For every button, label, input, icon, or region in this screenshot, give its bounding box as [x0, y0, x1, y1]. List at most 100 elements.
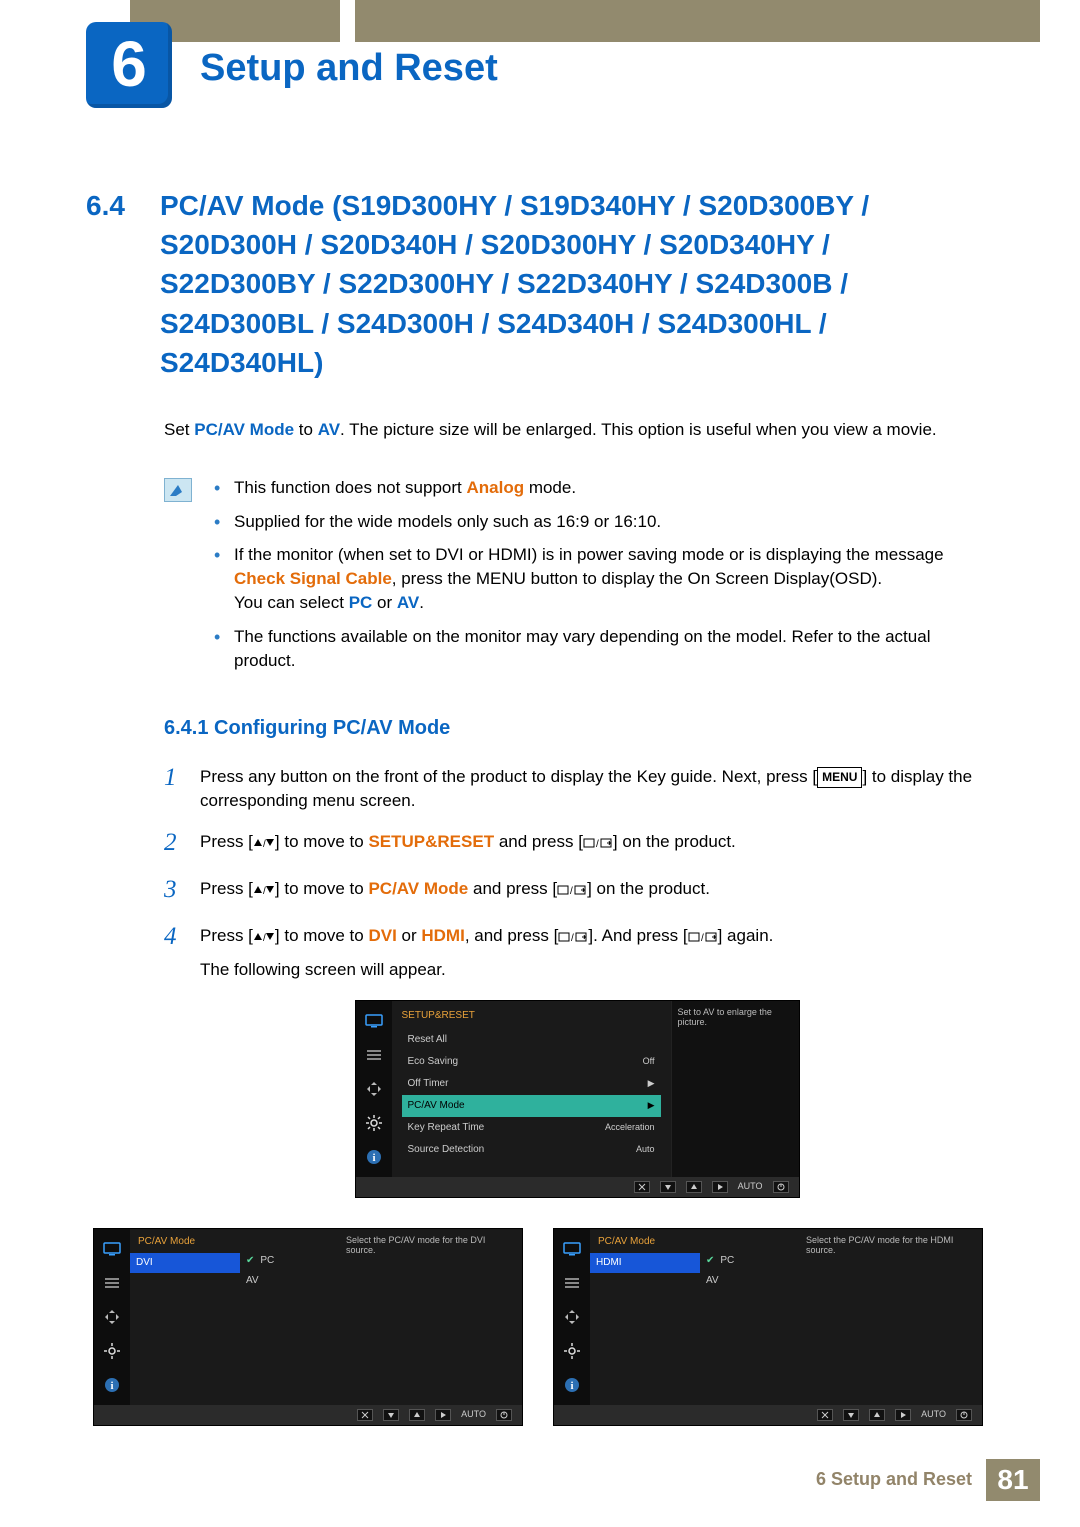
osd-menu-row[interactable]: PC/AV Mode ▶ — [402, 1095, 661, 1117]
svg-text:i: i — [372, 1152, 375, 1164]
list-icon — [102, 1273, 122, 1293]
svg-text:/: / — [571, 933, 574, 943]
section-title: PC/AV Mode (S19D300HY / S19D340HY / S20D… — [160, 186, 990, 382]
monitor-icon — [364, 1011, 384, 1031]
up-icon[interactable] — [409, 1409, 425, 1421]
osd-sidebar: i — [94, 1229, 130, 1405]
osd-row-label: Reset All — [408, 1033, 447, 1047]
right-icon[interactable] — [435, 1409, 451, 1421]
osd-pcav-hdmi: i PC/AV Mode HDMI PC AV Select the PC/AV… — [553, 1228, 983, 1426]
header-stripe-gap — [340, 0, 355, 42]
up-icon[interactable] — [869, 1409, 885, 1421]
osd-row-value: Auto — [636, 1143, 655, 1156]
osd-source-selected[interactable]: DVI — [130, 1253, 240, 1273]
footer-chapter-label: 6 Setup and Reset — [816, 1467, 986, 1492]
up-icon[interactable] — [686, 1181, 702, 1193]
osd-option-pc[interactable]: PC — [240, 1251, 340, 1271]
right-icon[interactable] — [895, 1409, 911, 1421]
power-icon[interactable] — [496, 1409, 512, 1421]
header-stripe — [130, 0, 1040, 42]
osd-pcav-dvi: i PC/AV Mode DVI PC AV Select the PC/AV … — [93, 1228, 523, 1426]
osd-row-label: Key Repeat Time — [408, 1121, 485, 1135]
osd-menu-row[interactable]: Eco SavingOff — [402, 1051, 661, 1073]
list-icon — [562, 1273, 582, 1293]
info-icon: i — [102, 1375, 122, 1395]
page-footer: 6 Setup and Reset 81 — [816, 1459, 1040, 1501]
osd-option-av[interactable]: AV — [700, 1271, 800, 1291]
enter-key-icon: / — [558, 931, 588, 943]
auto-label[interactable]: AUTO — [921, 1408, 946, 1421]
svg-text:/: / — [263, 933, 266, 943]
power-icon[interactable] — [773, 1181, 789, 1193]
svg-text:/: / — [263, 886, 266, 896]
chapter-number: 6 — [111, 20, 147, 110]
osd-row-value: ▶ — [648, 1099, 655, 1112]
osd-sidebar: i — [356, 1001, 392, 1177]
osd-setup-reset: i SETUP&RESET Reset AllEco SavingOffOff … — [355, 1000, 800, 1198]
svg-text:/: / — [596, 839, 599, 849]
subsection-title: 6.4.1 Configuring PC/AV Mode — [164, 714, 990, 742]
osd-help-text: Select the PC/AV mode for the HDMI sourc… — [800, 1229, 982, 1405]
resize-icon — [364, 1079, 384, 1099]
osd-source-selected[interactable]: HDMI — [590, 1253, 700, 1273]
gear-icon — [102, 1341, 122, 1361]
osd-menu-row[interactable]: Reset All — [402, 1029, 661, 1051]
osd-menu-row[interactable]: Source Detection Auto — [402, 1139, 661, 1161]
power-icon[interactable] — [956, 1409, 972, 1421]
step-number: 4 — [164, 919, 182, 954]
step-number: 3 — [164, 872, 182, 907]
osd-help-text: Select the PC/AV mode for the DVI source… — [340, 1229, 522, 1405]
osd-row-value: Acceleration — [605, 1121, 655, 1134]
page-number: 81 — [986, 1459, 1040, 1501]
osd-button-bar: AUTO — [94, 1405, 522, 1425]
close-icon[interactable] — [357, 1409, 373, 1421]
close-icon[interactable] — [634, 1181, 650, 1193]
monitor-icon — [102, 1239, 122, 1259]
osd-menu-row[interactable]: Key Repeat Time Acceleration — [402, 1117, 661, 1139]
menu-key-icon: MENU — [817, 767, 862, 788]
close-icon[interactable] — [817, 1409, 833, 1421]
osd-title: PC/AV Mode — [590, 1229, 700, 1253]
auto-label[interactable]: AUTO — [738, 1180, 763, 1193]
svg-text:/: / — [263, 839, 266, 849]
down-icon[interactable] — [660, 1181, 676, 1193]
osd-option-pc[interactable]: PC — [700, 1251, 800, 1271]
osd-row-label: Source Detection — [408, 1143, 485, 1157]
enter-key-icon: / — [557, 884, 587, 896]
step-row: 3 Press [/] to move to PC/AV Mode and pr… — [164, 872, 990, 907]
svg-text:i: i — [570, 1380, 573, 1392]
right-icon[interactable] — [712, 1181, 728, 1193]
emph-av: AV — [318, 420, 340, 439]
osd-button-bar: AUTO — [356, 1177, 799, 1197]
resize-icon — [102, 1307, 122, 1327]
note-item: This function does not support Analog mo… — [214, 476, 990, 500]
step-number: 2 — [164, 825, 182, 860]
svg-text:/: / — [701, 933, 704, 943]
list-icon — [364, 1045, 384, 1065]
osd-row-label: Off Timer — [408, 1077, 449, 1091]
auto-label[interactable]: AUTO — [461, 1408, 486, 1421]
note-item: Supplied for the wide models only such a… — [214, 510, 990, 534]
osd-option-av[interactable]: AV — [240, 1271, 340, 1291]
up-down-key-icon: / — [253, 837, 275, 849]
osd-menu-row[interactable]: Off Timer▶ — [402, 1073, 661, 1095]
enter-key-icon: / — [688, 931, 718, 943]
note-block: This function does not support Analog mo… — [164, 476, 990, 683]
osd-row-label: PC/AV Mode — [408, 1099, 465, 1113]
down-icon[interactable] — [383, 1409, 399, 1421]
enter-key-icon: / — [583, 837, 613, 849]
svg-text:i: i — [110, 1380, 113, 1392]
svg-text:/: / — [570, 886, 573, 896]
monitor-icon — [562, 1239, 582, 1259]
note-item: The functions available on the monitor m… — [214, 625, 990, 673]
up-down-key-icon: / — [253, 931, 275, 943]
note-icon — [164, 478, 192, 502]
gear-icon — [562, 1341, 582, 1361]
info-icon: i — [364, 1147, 384, 1167]
step-row: 1 Press any button on the front of the p… — [164, 760, 990, 813]
note-item: If the monitor (when set to DVI or HDMI)… — [214, 543, 990, 614]
down-icon[interactable] — [843, 1409, 859, 1421]
intro-paragraph: Set PC/AV Mode to AV. The picture size w… — [164, 418, 990, 442]
chapter-title: Setup and Reset — [200, 42, 498, 95]
chapter-number-badge: 6 — [86, 22, 172, 108]
